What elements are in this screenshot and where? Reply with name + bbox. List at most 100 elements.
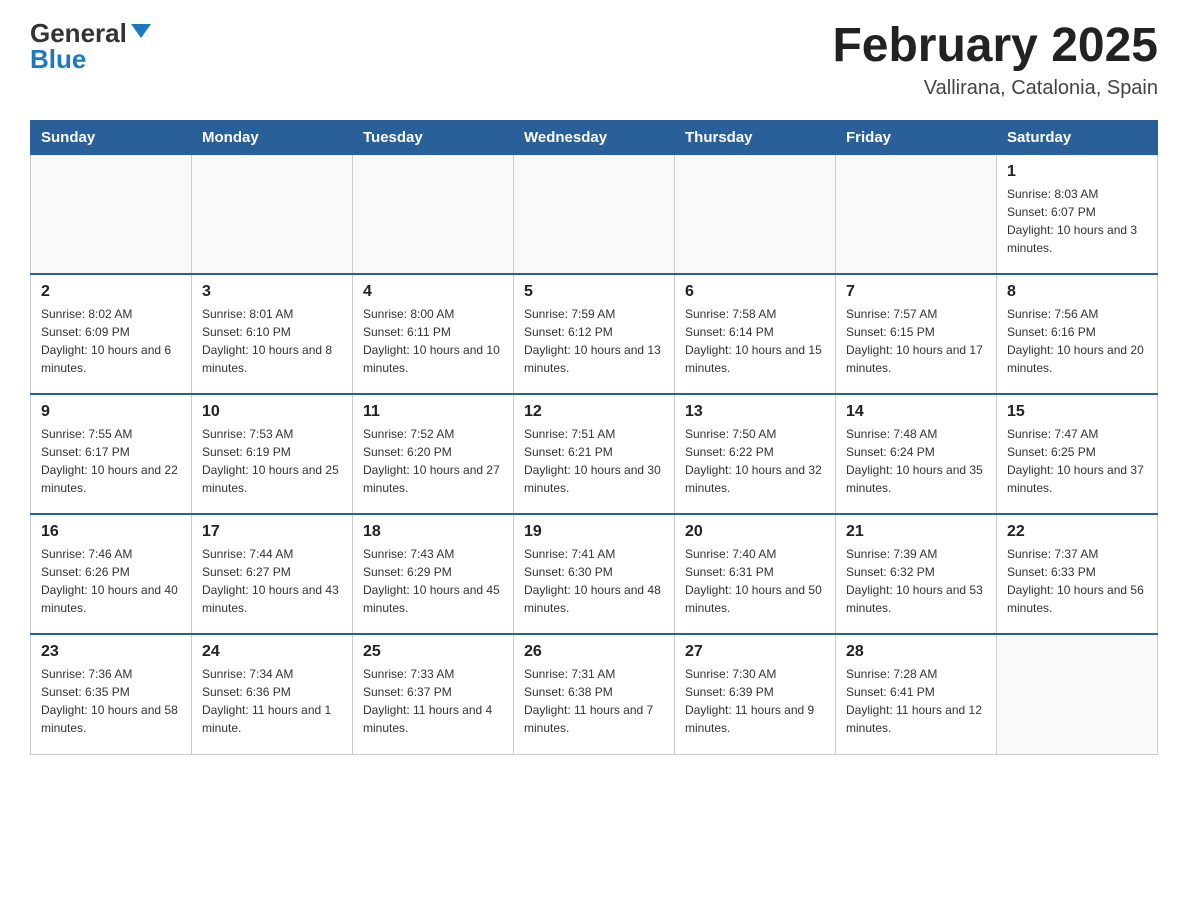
calendar-table: SundayMondayTuesdayWednesdayThursdayFrid… (30, 120, 1158, 755)
day-info: Sunrise: 7:40 AMSunset: 6:31 PMDaylight:… (685, 545, 825, 617)
calendar-header-row: SundayMondayTuesdayWednesdayThursdayFrid… (31, 120, 1158, 154)
day-info: Sunrise: 7:59 AMSunset: 6:12 PMDaylight:… (524, 305, 664, 377)
calendar-cell: 14Sunrise: 7:48 AMSunset: 6:24 PMDayligh… (836, 394, 997, 514)
weekday-header-thursday: Thursday (675, 120, 836, 154)
day-info: Sunrise: 7:33 AMSunset: 6:37 PMDaylight:… (363, 665, 503, 737)
day-number: 7 (846, 283, 986, 301)
calendar-cell (31, 154, 192, 274)
calendar-cell: 23 Sunrise: 7:36 AMSunset: 6:35 PMDayligh… (31, 634, 192, 754)
day-number: 18 (363, 523, 503, 541)
logo-general-text: General (30, 20, 127, 46)
day-info: Sunrise: 7:31 AMSunset: 6:38 PMDaylight:… (524, 665, 664, 737)
calendar-cell: 6 Sunrise: 7:58 AMSunset: 6:14 PMDaylight… (675, 274, 836, 394)
day-info: Sunrise: 7:37 AMSunset: 6:33 PMDaylight:… (1007, 545, 1147, 617)
day-number: 9 (41, 403, 181, 421)
location-text: Vallirana, Catalonia, Spain (832, 77, 1158, 100)
calendar-cell: 24 Sunrise: 7:34 AMSunset: 6:36 PMDayligh… (192, 634, 353, 754)
calendar-cell: 20 Sunrise: 7:40 AMSunset: 6:31 PMDayligh… (675, 514, 836, 634)
day-info: Sunrise: 7:41 AMSunset: 6:30 PMDaylight:… (524, 545, 664, 617)
calendar-week-row: 9Sunrise: 7:55 AMSunset: 6:17 PMDaylight… (31, 394, 1158, 514)
weekday-header-saturday: Saturday (997, 120, 1158, 154)
title-block: February 2025 Vallirana, Catalonia, Spai… (832, 20, 1158, 100)
logo: General Blue (30, 20, 151, 72)
day-info: Sunrise: 7:50 AMSunset: 6:22 PMDaylight:… (685, 425, 825, 497)
day-number: 4 (363, 283, 503, 301)
weekday-header-wednesday: Wednesday (514, 120, 675, 154)
day-info: Sunrise: 7:57 AMSunset: 6:15 PMDaylight:… (846, 305, 986, 377)
day-info: Sunrise: 7:53 AMSunset: 6:19 PMDaylight:… (202, 425, 342, 497)
day-number: 6 (685, 283, 825, 301)
calendar-cell (192, 154, 353, 274)
weekday-header-friday: Friday (836, 120, 997, 154)
day-info: Sunrise: 7:30 AMSunset: 6:39 PMDaylight:… (685, 665, 825, 737)
day-info: Sunrise: 8:01 AMSunset: 6:10 PMDaylight:… (202, 305, 342, 377)
day-number: 2 (41, 283, 181, 301)
day-number: 15 (1007, 403, 1147, 421)
day-number: 21 (846, 523, 986, 541)
day-number: 22 (1007, 523, 1147, 541)
calendar-cell (514, 154, 675, 274)
calendar-cell: 1 Sunrise: 8:03 AMSunset: 6:07 PMDaylight… (997, 154, 1158, 274)
day-number: 8 (1007, 283, 1147, 301)
day-number: 28 (846, 643, 986, 661)
calendar-cell: 26 Sunrise: 7:31 AMSunset: 6:38 PMDayligh… (514, 634, 675, 754)
calendar-cell: 25 Sunrise: 7:33 AMSunset: 6:37 PMDayligh… (353, 634, 514, 754)
calendar-cell: 8 Sunrise: 7:56 AMSunset: 6:16 PMDaylight… (997, 274, 1158, 394)
calendar-cell: 7 Sunrise: 7:57 AMSunset: 6:15 PMDaylight… (836, 274, 997, 394)
day-number: 26 (524, 643, 664, 661)
day-number: 1 (1007, 163, 1147, 181)
day-info: Sunrise: 7:58 AMSunset: 6:14 PMDaylight:… (685, 305, 825, 377)
calendar-cell: 10 Sunrise: 7:53 AMSunset: 6:19 PMDayligh… (192, 394, 353, 514)
day-info: Sunrise: 7:44 AMSunset: 6:27 PMDaylight:… (202, 545, 342, 617)
day-info: Sunrise: 8:03 AMSunset: 6:07 PMDaylight:… (1007, 185, 1147, 257)
calendar-cell (997, 634, 1158, 754)
calendar-cell: 3 Sunrise: 8:01 AMSunset: 6:10 PMDaylight… (192, 274, 353, 394)
weekday-header-monday: Monday (192, 120, 353, 154)
month-title: February 2025 (832, 20, 1158, 73)
day-number: 20 (685, 523, 825, 541)
day-info: Sunrise: 7:36 AMSunset: 6:35 PMDaylight:… (41, 665, 181, 737)
day-number: 19 (524, 523, 664, 541)
calendar-cell: 22 Sunrise: 7:37 AMSunset: 6:33 PMDayligh… (997, 514, 1158, 634)
day-info: Sunrise: 8:02 AMSunset: 6:09 PMDaylight:… (41, 305, 181, 377)
day-info: Sunrise: 7:48 AMSunset: 6:24 PMDaylight:… (846, 425, 986, 497)
calendar-cell: 9Sunrise: 7:55 AMSunset: 6:17 PMDaylight… (31, 394, 192, 514)
calendar-cell: 27Sunrise: 7:30 AMSunset: 6:39 PMDayligh… (675, 634, 836, 754)
day-number: 25 (363, 643, 503, 661)
page-header: General Blue February 2025 Vallirana, Ca… (30, 20, 1158, 100)
day-number: 11 (363, 403, 503, 421)
calendar-cell: 12 Sunrise: 7:51 AMSunset: 6:21 PMDayligh… (514, 394, 675, 514)
calendar-cell: 2 Sunrise: 8:02 AMSunset: 6:09 PMDaylight… (31, 274, 192, 394)
day-info: Sunrise: 7:46 AMSunset: 6:26 PMDaylight:… (41, 545, 181, 617)
day-number: 16 (41, 523, 181, 541)
day-info: Sunrise: 7:43 AMSunset: 6:29 PMDaylight:… (363, 545, 503, 617)
day-number: 13 (685, 403, 825, 421)
day-number: 23 (41, 643, 181, 661)
day-info: Sunrise: 7:47 AMSunset: 6:25 PMDaylight:… (1007, 425, 1147, 497)
calendar-cell: 18 Sunrise: 7:43 AMSunset: 6:29 PMDayligh… (353, 514, 514, 634)
day-number: 17 (202, 523, 342, 541)
calendar-cell: 13 Sunrise: 7:50 AMSunset: 6:22 PMDayligh… (675, 394, 836, 514)
calendar-cell: 4 Sunrise: 8:00 AMSunset: 6:11 PMDaylight… (353, 274, 514, 394)
calendar-cell: 5 Sunrise: 7:59 AMSunset: 6:12 PMDaylight… (514, 274, 675, 394)
weekday-header-tuesday: Tuesday (353, 120, 514, 154)
day-number: 5 (524, 283, 664, 301)
calendar-week-row: 1 Sunrise: 8:03 AMSunset: 6:07 PMDaylight… (31, 154, 1158, 274)
day-number: 12 (524, 403, 664, 421)
day-number: 24 (202, 643, 342, 661)
day-info: Sunrise: 7:51 AMSunset: 6:21 PMDaylight:… (524, 425, 664, 497)
day-info: Sunrise: 8:00 AMSunset: 6:11 PMDaylight:… (363, 305, 503, 377)
calendar-week-row: 23 Sunrise: 7:36 AMSunset: 6:35 PMDayligh… (31, 634, 1158, 754)
calendar-cell: 17 Sunrise: 7:44 AMSunset: 6:27 PMDayligh… (192, 514, 353, 634)
calendar-cell (836, 154, 997, 274)
day-number: 10 (202, 403, 342, 421)
calendar-cell: 15 Sunrise: 7:47 AMSunset: 6:25 PMDayligh… (997, 394, 1158, 514)
calendar-cell: 11Sunrise: 7:52 AMSunset: 6:20 PMDayligh… (353, 394, 514, 514)
day-info: Sunrise: 7:34 AMSunset: 6:36 PMDaylight:… (202, 665, 342, 737)
weekday-header-sunday: Sunday (31, 120, 192, 154)
day-info: Sunrise: 7:56 AMSunset: 6:16 PMDaylight:… (1007, 305, 1147, 377)
calendar-cell: 19 Sunrise: 7:41 AMSunset: 6:30 PMDayligh… (514, 514, 675, 634)
logo-blue-text: Blue (30, 46, 86, 72)
day-number: 3 (202, 283, 342, 301)
calendar-cell: 28Sunrise: 7:28 AMSunset: 6:41 PMDayligh… (836, 634, 997, 754)
